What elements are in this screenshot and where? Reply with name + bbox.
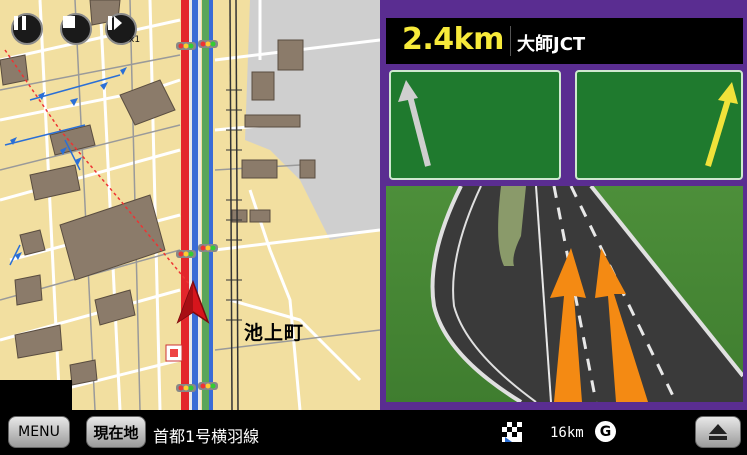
map-corner-mask: [0, 380, 72, 410]
remaining-distance: 16km: [550, 425, 584, 441]
pause-icon: [14, 16, 26, 30]
map-view[interactable]: x1 池上町: [0, 0, 380, 410]
eject-icon: [709, 424, 727, 440]
current-road-name: 首都1号横羽線: [153, 427, 260, 446]
header-divider: [510, 26, 511, 56]
junction-illustration: [386, 186, 743, 402]
junction-name: 大師JCT: [517, 34, 586, 55]
pause-button[interactable]: [11, 13, 43, 45]
checkered-flag-icon: [502, 422, 522, 442]
map-canvas: [0, 0, 380, 410]
stop-icon: [63, 16, 75, 28]
playback-speed: x1: [129, 35, 141, 45]
fast-forward-icon: [108, 16, 122, 30]
direction-signs: [389, 70, 743, 180]
goal-icon: G: [595, 421, 616, 442]
distance-to-junction: 2.4km: [402, 22, 504, 57]
place-name-label: 池上町: [244, 322, 305, 344]
right-direction-sign: [575, 70, 743, 180]
eject-button[interactable]: [695, 416, 741, 448]
menu-button[interactable]: MENU: [8, 416, 70, 448]
current-location-button[interactable]: 現在地: [86, 416, 146, 448]
stop-button[interactable]: [60, 13, 92, 45]
